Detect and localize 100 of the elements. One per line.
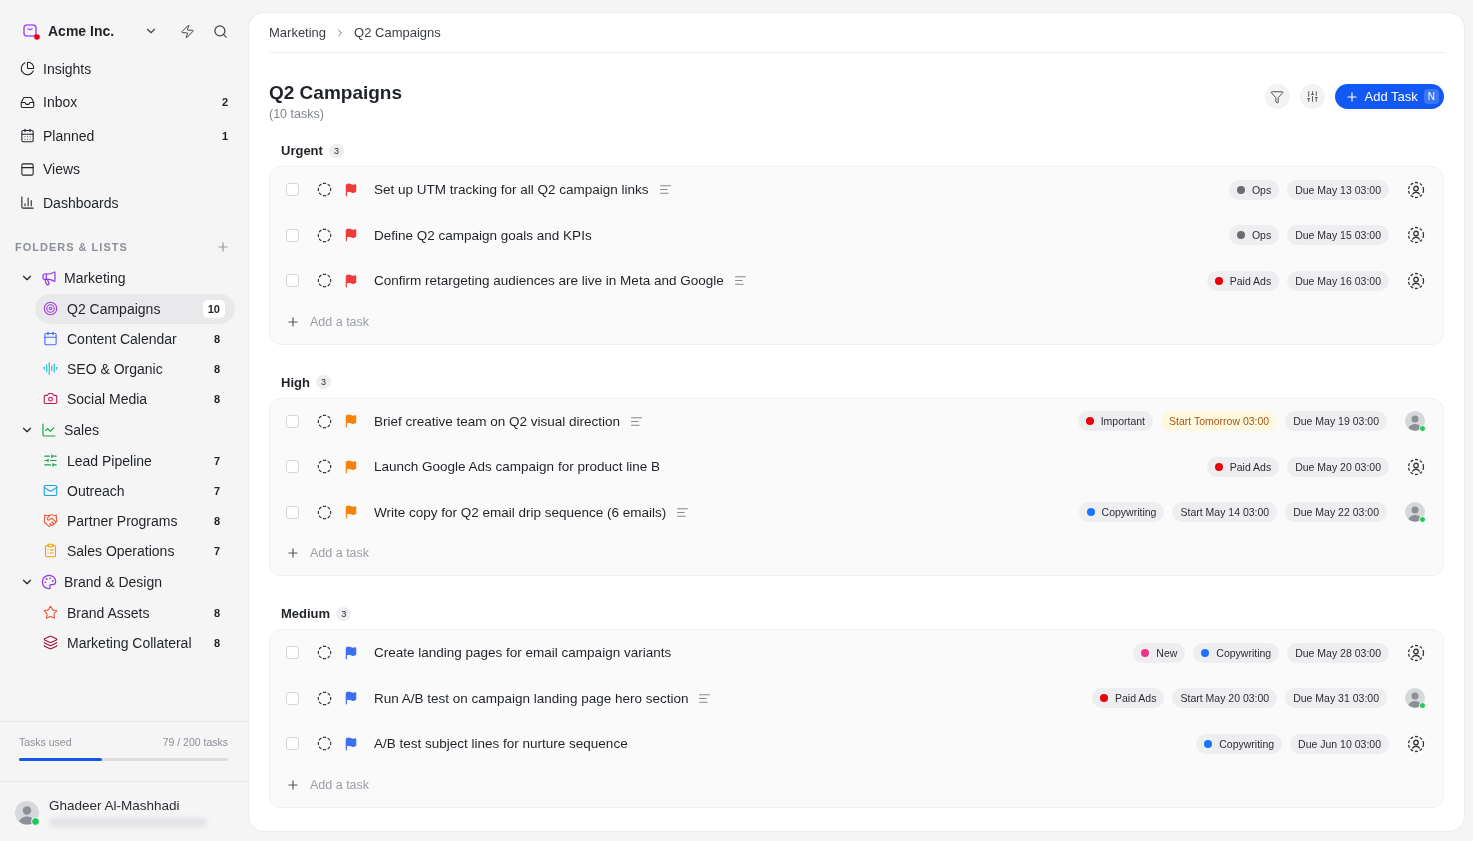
nav-icon: [20, 94, 35, 110]
folder-icon: [41, 573, 57, 590]
nav-item[interactable]: Views: [10, 152, 238, 186]
task-checkbox[interactable]: [286, 460, 299, 474]
task-title[interactable]: Set up UTM tracking for all Q2 campaign links: [374, 182, 649, 198]
status-icon[interactable]: [317, 273, 332, 289]
list-item[interactable]: Marketing Collateral 8: [35, 627, 235, 658]
task-checkbox[interactable]: [286, 505, 299, 519]
group-heading: High: [281, 374, 310, 390]
tag: Copywriting: [1078, 502, 1165, 523]
folder-item[interactable]: Sales: [0, 413, 248, 446]
list-icon: [43, 635, 58, 650]
task-checkbox[interactable]: [286, 183, 299, 197]
status-icon[interactable]: [317, 227, 332, 243]
status-icon[interactable]: [317, 736, 332, 752]
list-count: 8: [212, 513, 221, 529]
list-item[interactable]: Partner Programs 8: [35, 505, 235, 536]
tag: New: [1133, 642, 1186, 663]
folder-icon: [41, 421, 57, 438]
status-icon[interactable]: [317, 504, 332, 520]
group-count: 3: [336, 606, 352, 621]
nav-icon: [20, 195, 35, 211]
nav-item[interactable]: Dashboards: [10, 186, 238, 220]
online-dot: [1419, 425, 1426, 433]
list-count: 7: [212, 543, 221, 559]
task-title[interactable]: Confirm retargeting audiences are live in Meta and Google: [374, 273, 724, 289]
filter-icon: [1270, 89, 1284, 104]
list-item[interactable]: Brand Assets 8: [35, 597, 235, 628]
task-title[interactable]: A/B test subject lines for nurture sequence: [374, 736, 628, 752]
list-item[interactable]: Outreach 7: [35, 475, 235, 506]
unassigned-user-icon[interactable]: [1407, 457, 1425, 476]
nav-item[interactable]: Inbox 2: [10, 85, 238, 119]
task-title[interactable]: Write copy for Q2 email drip sequence (6 emails): [374, 504, 667, 520]
nav-item[interactable]: Planned 1: [10, 119, 238, 153]
folder-item[interactable]: Brand & Design: [0, 565, 248, 598]
list-count: 8: [212, 391, 221, 407]
nav-icon: [20, 61, 35, 77]
tag: Paid Ads: [1206, 270, 1280, 291]
list-item[interactable]: SEO & Organic 8: [35, 353, 235, 384]
task-checkbox[interactable]: [286, 274, 299, 288]
due-date: Due May 16 03:00: [1287, 270, 1389, 291]
start-date: Start May 20 03:00: [1172, 688, 1278, 709]
folder-item[interactable]: Marketing: [0, 261, 248, 294]
list-item[interactable]: Social Media 8: [35, 383, 235, 414]
plus-icon: [286, 546, 300, 560]
list-icon: [43, 361, 58, 376]
nav-count: 2: [221, 96, 228, 109]
due-date: Due May 15 03:00: [1287, 225, 1389, 246]
lightning-icon[interactable]: [180, 23, 195, 39]
task-title[interactable]: Run A/B test on campaign landing page hero section: [374, 690, 689, 706]
unassigned-user-icon[interactable]: [1407, 271, 1425, 290]
task-checkbox[interactable]: [286, 414, 299, 428]
list-item[interactable]: Q2 Campaigns 10: [35, 293, 235, 324]
breadcrumb-link[interactable]: Marketing: [269, 25, 327, 40]
due-date: Due May 22 03:00: [1285, 502, 1387, 523]
unassigned-user-icon[interactable]: [1407, 180, 1425, 199]
list-item[interactable]: Content Calendar 8: [35, 323, 235, 354]
user-name: Ghadeer Al-Mashhadi: [49, 798, 181, 813]
task-checkbox[interactable]: [286, 646, 299, 660]
task-title[interactable]: Create landing pages for email campaign variants: [374, 645, 672, 661]
status-icon[interactable]: [317, 645, 332, 661]
group-heading: Urgent: [281, 143, 323, 158]
plus-icon: [286, 777, 300, 792]
list-count: 8: [212, 605, 221, 621]
status-icon[interactable]: [317, 459, 332, 475]
list-count: 8: [212, 635, 221, 651]
list-count: 8: [212, 331, 221, 347]
task-count-subtitle: (10 tasks): [269, 107, 325, 121]
unassigned-user-icon[interactable]: [1407, 734, 1425, 753]
unassigned-user-icon[interactable]: [1407, 643, 1425, 662]
nav-count: 1: [221, 129, 228, 142]
due-date: Due May 19 03:00: [1285, 411, 1387, 432]
status-icon[interactable]: [317, 182, 332, 198]
settings-button[interactable]: [1299, 84, 1325, 109]
task-checkbox[interactable]: [286, 228, 299, 242]
add-task-button[interactable]: Add Task N: [1334, 84, 1444, 109]
nav-item[interactable]: Insights: [10, 52, 238, 86]
tag: Paid Ads: [1206, 456, 1280, 477]
search-icon[interactable]: [213, 23, 228, 39]
filter-button[interactable]: [1264, 84, 1290, 109]
status-icon[interactable]: [317, 413, 332, 429]
task-checkbox[interactable]: [286, 737, 299, 751]
list-item[interactable]: Sales Operations 7: [35, 535, 235, 566]
task-checkbox[interactable]: [286, 691, 299, 705]
unassigned-user-icon[interactable]: [1407, 226, 1425, 245]
task-title[interactable]: Brief creative team on Q2 visual direction: [374, 413, 621, 429]
task-title[interactable]: Define Q2 campaign goals and KPIs: [374, 227, 592, 243]
list-count: 7: [212, 483, 221, 499]
task-title[interactable]: Launch Google Ads campaign for product line B: [374, 459, 660, 475]
breadcrumb-link[interactable]: Q2 Campaigns: [354, 25, 441, 40]
tag: Paid Ads: [1092, 688, 1165, 709]
start-date: Start Tomorrow 03:00: [1161, 411, 1278, 432]
list-item[interactable]: Lead Pipeline 7: [35, 445, 235, 476]
plus-icon: [286, 314, 300, 329]
folder-icon: [41, 269, 57, 286]
online-dot: [1419, 516, 1426, 524]
list-icon: [43, 391, 58, 406]
status-icon[interactable]: [317, 690, 332, 706]
due-date: Due Jun 10 03:00: [1290, 733, 1389, 754]
workspace-logo-icon: [22, 22, 40, 40]
